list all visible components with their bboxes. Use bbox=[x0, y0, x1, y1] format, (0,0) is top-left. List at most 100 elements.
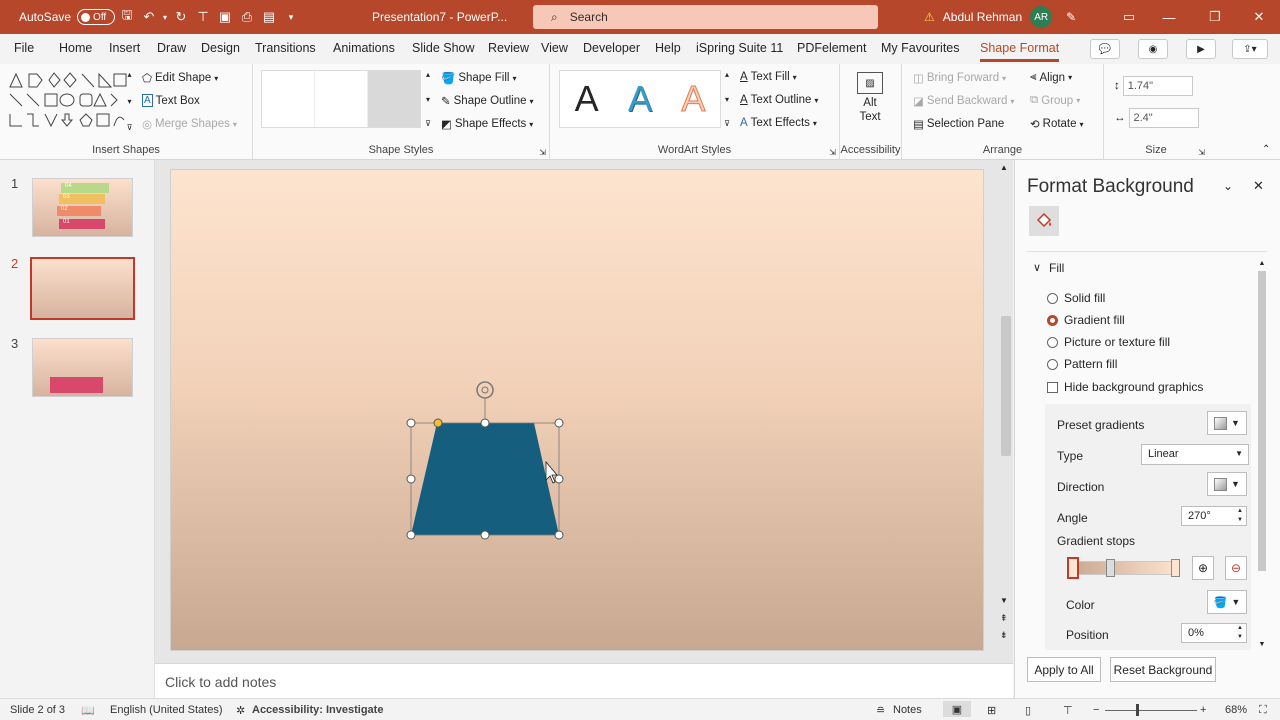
picture-fill-option[interactable]: Picture or texture fill bbox=[1047, 335, 1170, 349]
slideshow-view-icon[interactable]: ⊤ bbox=[1063, 704, 1073, 717]
add-stop-icon[interactable]: ⊕ bbox=[1192, 556, 1214, 580]
collapse-ribbon-icon[interactable]: ⌃ bbox=[1262, 144, 1270, 155]
autosave-toggle[interactable]: Off bbox=[77, 9, 116, 25]
tab-developer[interactable]: Developer bbox=[583, 41, 640, 55]
alt-text-button[interactable]: ▨ Alt Text bbox=[852, 72, 888, 124]
tab-transitions[interactable]: Transitions bbox=[255, 41, 316, 55]
slide-thumbnail-2[interactable] bbox=[30, 257, 135, 320]
bring-forward-button[interactable]: ◫ Bring Forward ▾ bbox=[913, 71, 1006, 85]
shape-style-swatch[interactable] bbox=[368, 71, 420, 127]
apply-to-all-button[interactable]: Apply to All bbox=[1027, 657, 1101, 682]
solid-fill-radio[interactable] bbox=[1047, 292, 1058, 304]
zoom-out-icon[interactable]: − bbox=[1093, 704, 1099, 716]
print-icon[interactable]: ⎙ bbox=[236, 9, 258, 25]
wordart-sample-orange[interactable]: A bbox=[681, 78, 706, 120]
merge-shapes-button[interactable]: ◎ Merge Shapes ▾ bbox=[142, 117, 237, 131]
wordart-gallery[interactable]: A A A bbox=[559, 70, 721, 128]
tab-slide-show[interactable]: Slide Show bbox=[412, 41, 475, 55]
pen-icon[interactable]: ✎ bbox=[1066, 10, 1076, 24]
slide-sorter-icon[interactable]: ⊞ bbox=[987, 704, 996, 717]
minimize-icon[interactable]: — bbox=[1146, 0, 1192, 34]
solid-fill-option[interactable]: Solid fill bbox=[1047, 291, 1105, 305]
position-input[interactable]: 0% ▲ ▼ bbox=[1181, 623, 1247, 643]
pdf-icon[interactable]: ▤ bbox=[258, 9, 280, 25]
shape-style-swatch[interactable] bbox=[315, 71, 368, 127]
restore-icon[interactable]: ❐ bbox=[1192, 0, 1238, 34]
shape-effects-button[interactable]: ◩ Shape Effects ▾ bbox=[441, 117, 533, 131]
save-icon[interactable]: 🖫 bbox=[116, 6, 138, 28]
tab-draw[interactable]: Draw bbox=[157, 41, 186, 55]
pattern-fill-radio[interactable] bbox=[1047, 358, 1058, 370]
rotate-handle-icon[interactable] bbox=[476, 381, 494, 399]
zoom-level[interactable]: 68% bbox=[1225, 704, 1247, 716]
width-input[interactable]: 2.4" bbox=[1128, 108, 1199, 128]
spell-check-icon[interactable]: 📖 bbox=[81, 704, 95, 717]
tab-help[interactable]: Help bbox=[655, 41, 681, 55]
gradient-fill-radio[interactable] bbox=[1047, 314, 1058, 326]
pane-close-icon[interactable]: ✕ bbox=[1253, 178, 1264, 194]
hide-background-checkbox[interactable] bbox=[1047, 381, 1058, 393]
gradient-stop-1[interactable] bbox=[1106, 559, 1115, 577]
notes-icon[interactable]: ≘ bbox=[876, 704, 885, 717]
dialog-launcher-icon[interactable]: ⇲ bbox=[829, 148, 836, 157]
reset-background-button[interactable]: Reset Background bbox=[1110, 657, 1216, 682]
shape-styles-gallery[interactable] bbox=[261, 70, 421, 128]
shape-fill-button[interactable]: 🪣 Shape Fill ▾ bbox=[441, 71, 516, 85]
record-icon[interactable]: ◉ bbox=[1138, 39, 1168, 59]
slide-thumbnail-3[interactable] bbox=[32, 338, 133, 397]
tab-home[interactable]: Home bbox=[59, 41, 92, 55]
direction-dropdown[interactable]: ▼ bbox=[1207, 472, 1247, 496]
tab-design[interactable]: Design bbox=[201, 41, 240, 55]
accessibility-icon[interactable]: ✲ bbox=[236, 704, 245, 717]
adjust-handle[interactable] bbox=[433, 418, 443, 428]
notes-button[interactable]: Notes bbox=[893, 704, 922, 716]
previous-slide-icon[interactable]: ⇞ bbox=[1000, 613, 1008, 624]
trapezoid-shape[interactable] bbox=[411, 423, 559, 535]
gradient-stop-0[interactable] bbox=[1067, 557, 1079, 579]
shapes-gallery[interactable] bbox=[7, 70, 134, 132]
scrollbar-thumb[interactable] bbox=[1001, 316, 1011, 456]
customize-qat-icon[interactable]: ▾ bbox=[280, 12, 302, 23]
present-icon[interactable]: ⊤ bbox=[192, 9, 214, 25]
edit-shape-button[interactable]: ⬠ Edit Shape ▾ bbox=[142, 71, 218, 85]
fill-section-header[interactable]: Fill bbox=[1049, 261, 1064, 275]
gradient-fill-option[interactable]: Gradient fill bbox=[1047, 313, 1125, 327]
tab-my-favourites[interactable]: My Favourites bbox=[881, 41, 960, 55]
dialog-launcher-icon[interactable]: ⇲ bbox=[1198, 148, 1205, 157]
search-box[interactable]: ⌕ Search bbox=[533, 5, 878, 29]
tab-ispring[interactable]: iSpring Suite 11 bbox=[696, 41, 783, 55]
pane-options-icon[interactable]: ⌄ bbox=[1223, 179, 1233, 193]
avatar[interactable]: AR bbox=[1030, 6, 1053, 28]
selection-pane-button[interactable]: ▤ Selection Pane bbox=[913, 117, 1004, 131]
wordart-sample-black[interactable]: A bbox=[575, 78, 599, 120]
tab-file[interactable]: File bbox=[14, 41, 34, 55]
dialog-launcher-icon[interactable]: ⇲ bbox=[539, 148, 546, 157]
vertical-scrollbar[interactable]: ▲ ▼ ⇞ ⇟ bbox=[999, 160, 1013, 663]
slide-canvas[interactable] bbox=[170, 169, 984, 651]
close-icon[interactable]: ✕ bbox=[1236, 0, 1280, 34]
align-button[interactable]: ⫷ Align ▾ bbox=[1030, 71, 1072, 84]
tab-view[interactable]: View bbox=[541, 41, 568, 55]
fit-to-window-icon[interactable]: ⛶ bbox=[1259, 704, 1267, 717]
color-picker-button[interactable]: 🪣 ▼ bbox=[1207, 590, 1247, 614]
slide-thumbnail-1[interactable]: 04 03 02 01 bbox=[32, 178, 133, 237]
text-box-button[interactable]: A Text Box bbox=[142, 94, 200, 107]
zoom-slider-thumb[interactable] bbox=[1136, 704, 1139, 716]
redo-icon[interactable]: ↻ bbox=[170, 9, 192, 25]
text-outline-button[interactable]: A Text Outline ▾ bbox=[740, 94, 818, 106]
angle-input[interactable]: 270° ▲ ▼ bbox=[1181, 506, 1247, 526]
picture-icon[interactable]: ▣ bbox=[214, 9, 236, 25]
tab-pdfelement[interactable]: PDFelement bbox=[797, 41, 866, 55]
height-input[interactable]: 1.74" bbox=[1122, 76, 1193, 96]
fill-collapse-icon[interactable]: ∨ bbox=[1033, 261, 1041, 274]
type-select[interactable]: Linear ▼ bbox=[1141, 444, 1249, 465]
undo-dropdown-icon[interactable]: ▾ bbox=[160, 13, 170, 22]
present-teams-icon[interactable]: ▶ bbox=[1186, 39, 1216, 59]
shape-style-swatch[interactable] bbox=[262, 71, 315, 127]
accessibility-status[interactable]: Accessibility: Investigate bbox=[252, 704, 383, 716]
pane-scrollbar[interactable]: ▲ ▼ bbox=[1255, 260, 1269, 648]
pattern-fill-option[interactable]: Pattern fill bbox=[1047, 357, 1117, 371]
next-slide-icon[interactable]: ⇟ bbox=[1000, 630, 1008, 641]
shapes-gallery-scroll[interactable]: ▴ ▾ ⊽ bbox=[125, 70, 134, 132]
shape-styles-scroll[interactable]: ▴ ▾ ⊽ bbox=[423, 70, 433, 128]
